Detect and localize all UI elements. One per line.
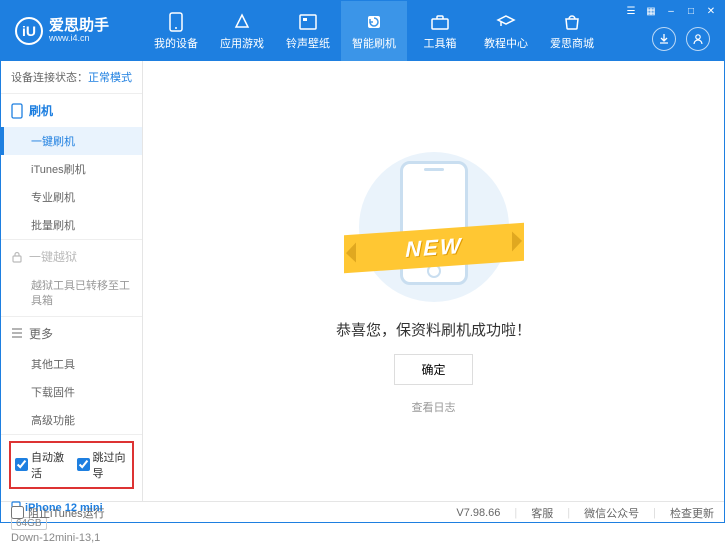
jailbreak-note: 越狱工具已转移至工具箱: [1, 273, 142, 316]
close-icon[interactable]: ✕: [704, 4, 718, 18]
tutorial-icon: [496, 12, 516, 32]
status-label: 设备连接状态：: [11, 72, 88, 84]
device-info[interactable]: iPhone 12 mini 64GB Down-12mini-13,1: [1, 495, 142, 550]
nav-label: 智能刷机: [352, 35, 396, 51]
sidebar-item-other-tools[interactable]: 其他工具: [1, 350, 142, 378]
sidebar-item-download-firmware[interactable]: 下载固件: [1, 378, 142, 406]
wechat-link[interactable]: 微信公众号: [584, 505, 639, 521]
phone-small-icon: [11, 103, 23, 119]
sidebar-item-itunes-flash[interactable]: iTunes刷机: [1, 155, 142, 183]
auto-activate-checkbox[interactable]: 自动激活: [15, 449, 67, 481]
logo-area: iU 爱思助手 www.i4.cn: [1, 17, 143, 45]
sidebar-flash-title: 刷机: [29, 102, 53, 119]
options-box: 自动激活 跳过向导: [9, 441, 134, 489]
sidebar-more-title: 更多: [29, 325, 53, 342]
skin-icon[interactable]: ▦: [644, 4, 658, 18]
store-icon: [562, 12, 582, 32]
main-nav: 我的设备 应用游戏 铃声壁纸 智能刷机 工具箱 教程中心 爱思商城: [143, 1, 605, 61]
skip-guide-label: 跳过向导: [93, 449, 129, 481]
connection-status: 设备连接状态：正常模式: [1, 61, 142, 94]
menu-icon[interactable]: ☰: [624, 4, 638, 18]
status-value: 正常模式: [88, 72, 132, 84]
sidebar: 设备连接状态：正常模式 刷机 一键刷机 iTunes刷机 专业刷机 批量刷机 一…: [1, 61, 143, 501]
success-message: 恭喜您，保资料刷机成功啦！: [336, 319, 531, 340]
nav-label: 我的设备: [154, 35, 198, 51]
flash-icon: [364, 12, 384, 32]
window-controls: ☰ ▦ – □ ✕: [624, 4, 718, 18]
nav-smart-flash[interactable]: 智能刷机: [341, 1, 407, 61]
sidebar-item-batch-flash[interactable]: 批量刷机: [1, 211, 142, 239]
phone-icon: [166, 12, 186, 32]
nav-label: 爱思商城: [550, 35, 594, 51]
sidebar-flash-header[interactable]: 刷机: [1, 94, 142, 127]
list-icon: [11, 328, 23, 338]
nav-tutorials[interactable]: 教程中心: [473, 1, 539, 61]
device-model: Down-12mini-13,1: [11, 532, 132, 544]
sidebar-more-header[interactable]: 更多: [1, 317, 142, 350]
skip-guide-checkbox[interactable]: 跳过向导: [77, 449, 129, 481]
nav-label: 应用游戏: [220, 35, 264, 51]
app-header: iU 爱思助手 www.i4.cn 我的设备 应用游戏 铃声壁纸 智能刷机 工具…: [1, 1, 724, 61]
minimize-icon[interactable]: –: [664, 4, 678, 18]
user-button[interactable]: [686, 27, 710, 51]
view-log-link[interactable]: 查看日志: [412, 399, 456, 415]
header-right: [652, 27, 710, 51]
nav-apps-games[interactable]: 应用游戏: [209, 1, 275, 61]
main-content: NEW 恭喜您，保资料刷机成功啦！ 确定 查看日志: [143, 61, 724, 501]
nav-label: 铃声壁纸: [286, 35, 330, 51]
auto-activate-label: 自动激活: [31, 449, 67, 481]
lock-icon: [11, 251, 23, 263]
block-itunes-label: 阻止iTunes运行: [28, 505, 105, 521]
nav-store[interactable]: 爱思商城: [539, 1, 605, 61]
service-link[interactable]: 客服: [531, 505, 553, 521]
download-button[interactable]: [652, 27, 676, 51]
nav-label: 工具箱: [424, 35, 457, 51]
nav-ringtone-wallpaper[interactable]: 铃声壁纸: [275, 1, 341, 61]
nav-my-device[interactable]: 我的设备: [143, 1, 209, 61]
maximize-icon[interactable]: □: [684, 4, 698, 18]
version-label: V7.98.66: [456, 507, 500, 519]
nav-label: 教程中心: [484, 35, 528, 51]
toolbox-icon: [430, 12, 450, 32]
success-illustration: NEW: [344, 147, 524, 307]
sidebar-jailbreak-header: 一键越狱: [1, 240, 142, 273]
sidebar-item-one-click-flash[interactable]: 一键刷机: [1, 127, 142, 155]
sidebar-item-pro-flash[interactable]: 专业刷机: [1, 183, 142, 211]
update-link[interactable]: 检查更新: [670, 505, 714, 521]
sidebar-item-advanced[interactable]: 高级功能: [1, 406, 142, 434]
block-itunes-checkbox[interactable]: 阻止iTunes运行: [11, 505, 105, 521]
sidebar-jailbreak-title: 一键越狱: [29, 248, 77, 265]
wallpaper-icon: [298, 12, 318, 32]
apps-icon: [232, 12, 252, 32]
app-logo-icon: iU: [15, 17, 43, 45]
app-subtitle: www.i4.cn: [49, 34, 109, 44]
nav-toolbox[interactable]: 工具箱: [407, 1, 473, 61]
app-title: 爱思助手: [49, 18, 109, 35]
ok-button[interactable]: 确定: [394, 354, 472, 385]
